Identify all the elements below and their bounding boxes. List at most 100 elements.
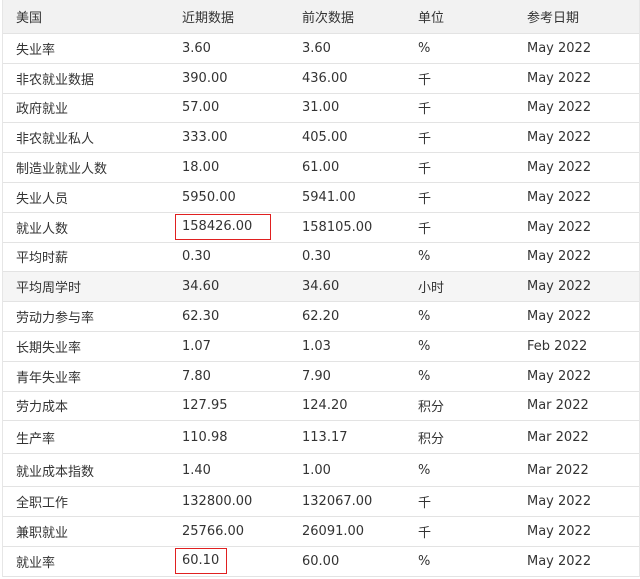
indicator-name: 生产率: [16, 431, 56, 447]
indicator-name: 平均周学时: [16, 281, 82, 297]
table-row: 平均周学时 34.60 34.60 小时 May 2022: [3, 272, 639, 303]
previous-value: 436.00: [302, 70, 348, 86]
previous-value: 61.00: [302, 160, 340, 176]
table-row: 失业人员 5950.00 5941.00 千 May 2022: [3, 183, 639, 213]
previous-value: 34.60: [302, 279, 340, 295]
table-row: 青年失业率 7.80 7.90 % May 2022: [3, 362, 639, 392]
previous-value: 132067.00: [302, 494, 373, 510]
table-row: 全职工作 132800.00 132067.00 千 May 2022: [3, 487, 639, 518]
indicator-name: 就业率: [16, 555, 56, 571]
unit: 千: [418, 496, 432, 512]
table-row: 平均时薪 0.30 0.30 % May 2022: [3, 243, 639, 273]
reference-date: May 2022: [527, 70, 592, 86]
recent-value: 1.07: [182, 338, 211, 354]
indicator-name: 政府就业: [16, 102, 69, 118]
unit: %: [418, 309, 431, 325]
table-row: 非农就业私人 333.00 405.00 千 May 2022: [3, 123, 639, 154]
reference-date: May 2022: [527, 368, 592, 384]
recent-value: 62.30: [182, 309, 220, 325]
indicator-name: 制造业就业人数: [16, 162, 108, 178]
recent-value: 25766.00: [182, 524, 245, 540]
unit: %: [418, 249, 431, 265]
recent-value: 5950.00: [182, 189, 236, 205]
unit: 千: [418, 191, 432, 207]
unit: 小时: [418, 281, 445, 297]
recent-value: 3.60: [182, 40, 211, 56]
recent-value: 7.80: [182, 368, 211, 384]
highlight-box: 158426.00: [175, 214, 272, 241]
unit: %: [418, 368, 431, 384]
unit: 积分: [418, 400, 445, 416]
previous-value: 26091.00: [302, 524, 365, 540]
indicator-name: 就业成本指数: [16, 464, 95, 480]
table-row: 兼职就业 25766.00 26091.00 千 May 2022: [3, 517, 639, 547]
table-row: 生产率 110.98 113.17 积分 Mar 2022: [3, 421, 639, 455]
indicator-name: 兼职就业: [16, 526, 69, 542]
reference-date: May 2022: [527, 160, 592, 176]
previous-value: 405.00: [302, 130, 348, 146]
reference-date: Mar 2022: [527, 398, 589, 414]
reference-date: May 2022: [527, 219, 592, 235]
previous-value: 1.03: [302, 338, 331, 354]
table-row: 政府就业 57.00 31.00 千 May 2022: [3, 94, 639, 124]
previous-value: 7.90: [302, 368, 331, 384]
previous-value: 62.20: [302, 309, 340, 325]
reference-date: Mar 2022: [527, 462, 589, 478]
reference-date: May 2022: [527, 553, 592, 569]
previous-value: 0.30: [302, 249, 331, 265]
table-header-row: 美国 近期数据 前次数据 单位 参考日期: [3, 0, 639, 34]
header-reference-date: 参考日期: [527, 11, 580, 26]
employment-data-table: 美国 近期数据 前次数据 单位 参考日期 失业率 3.60 3.60 % May…: [2, 0, 640, 577]
table-row: 制造业就业人数 18.00 61.00 千 May 2022: [3, 153, 639, 183]
previous-value: 124.20: [302, 398, 348, 414]
unit: 积分: [418, 431, 445, 447]
indicator-name: 全职工作: [16, 496, 69, 512]
reference-date: Feb 2022: [527, 338, 588, 354]
unit: 千: [418, 221, 432, 237]
unit: 千: [418, 102, 432, 118]
recent-value-highlighted: 158426.00: [169, 214, 289, 241]
header-previous-data: 前次数据: [302, 11, 355, 26]
indicator-name: 青年失业率: [16, 370, 82, 386]
reference-date: May 2022: [527, 130, 592, 146]
previous-value: 1.00: [302, 462, 331, 478]
unit: 千: [418, 72, 432, 88]
recent-value: 1.40: [182, 462, 211, 478]
unit: 千: [418, 162, 432, 178]
recent-value: 390.00: [182, 70, 228, 86]
unit: 千: [418, 526, 432, 542]
recent-value: 57.00: [182, 100, 220, 116]
reference-date: May 2022: [527, 524, 592, 540]
recent-value: 132800.00: [182, 494, 253, 510]
table-row: 失业率 3.60 3.60 % May 2022: [3, 34, 639, 64]
unit: 千: [418, 132, 432, 148]
reference-date: May 2022: [527, 309, 592, 325]
unit: %: [418, 338, 431, 354]
recent-value: 34.60: [182, 279, 220, 295]
previous-value: 113.17: [302, 429, 348, 445]
recent-value: 110.98: [182, 429, 228, 445]
reference-date: May 2022: [527, 40, 592, 56]
recent-value-highlighted: 60.10: [169, 548, 289, 575]
previous-value: 158105.00: [302, 219, 373, 235]
previous-value: 3.60: [302, 40, 331, 56]
table-row: 劳力成本 127.95 124.20 积分 Mar 2022: [3, 392, 639, 422]
unit: %: [418, 553, 431, 569]
reference-date: May 2022: [527, 100, 592, 116]
indicator-name: 劳动力参与率: [16, 311, 95, 327]
indicator-name: 非农就业私人: [16, 132, 95, 148]
recent-value: 333.00: [182, 130, 228, 146]
table-row: 就业人数 158426.00 158105.00 千 May 2022: [3, 213, 639, 243]
indicator-name: 平均时薪: [16, 251, 69, 267]
unit: %: [418, 40, 431, 56]
unit: %: [418, 462, 431, 478]
indicator-name: 非农就业数据: [16, 72, 95, 88]
recent-value: 18.00: [182, 160, 220, 176]
indicator-name: 失业人员: [16, 191, 69, 207]
indicator-name: 劳力成本: [16, 400, 69, 416]
header-recent-data: 近期数据: [182, 11, 235, 26]
header-unit: 单位: [418, 11, 445, 26]
reference-date: May 2022: [527, 279, 592, 295]
table-row: 长期失业率 1.07 1.03 % Feb 2022: [3, 332, 639, 362]
table-row: 就业成本指数 1.40 1.00 % Mar 2022: [3, 454, 639, 488]
